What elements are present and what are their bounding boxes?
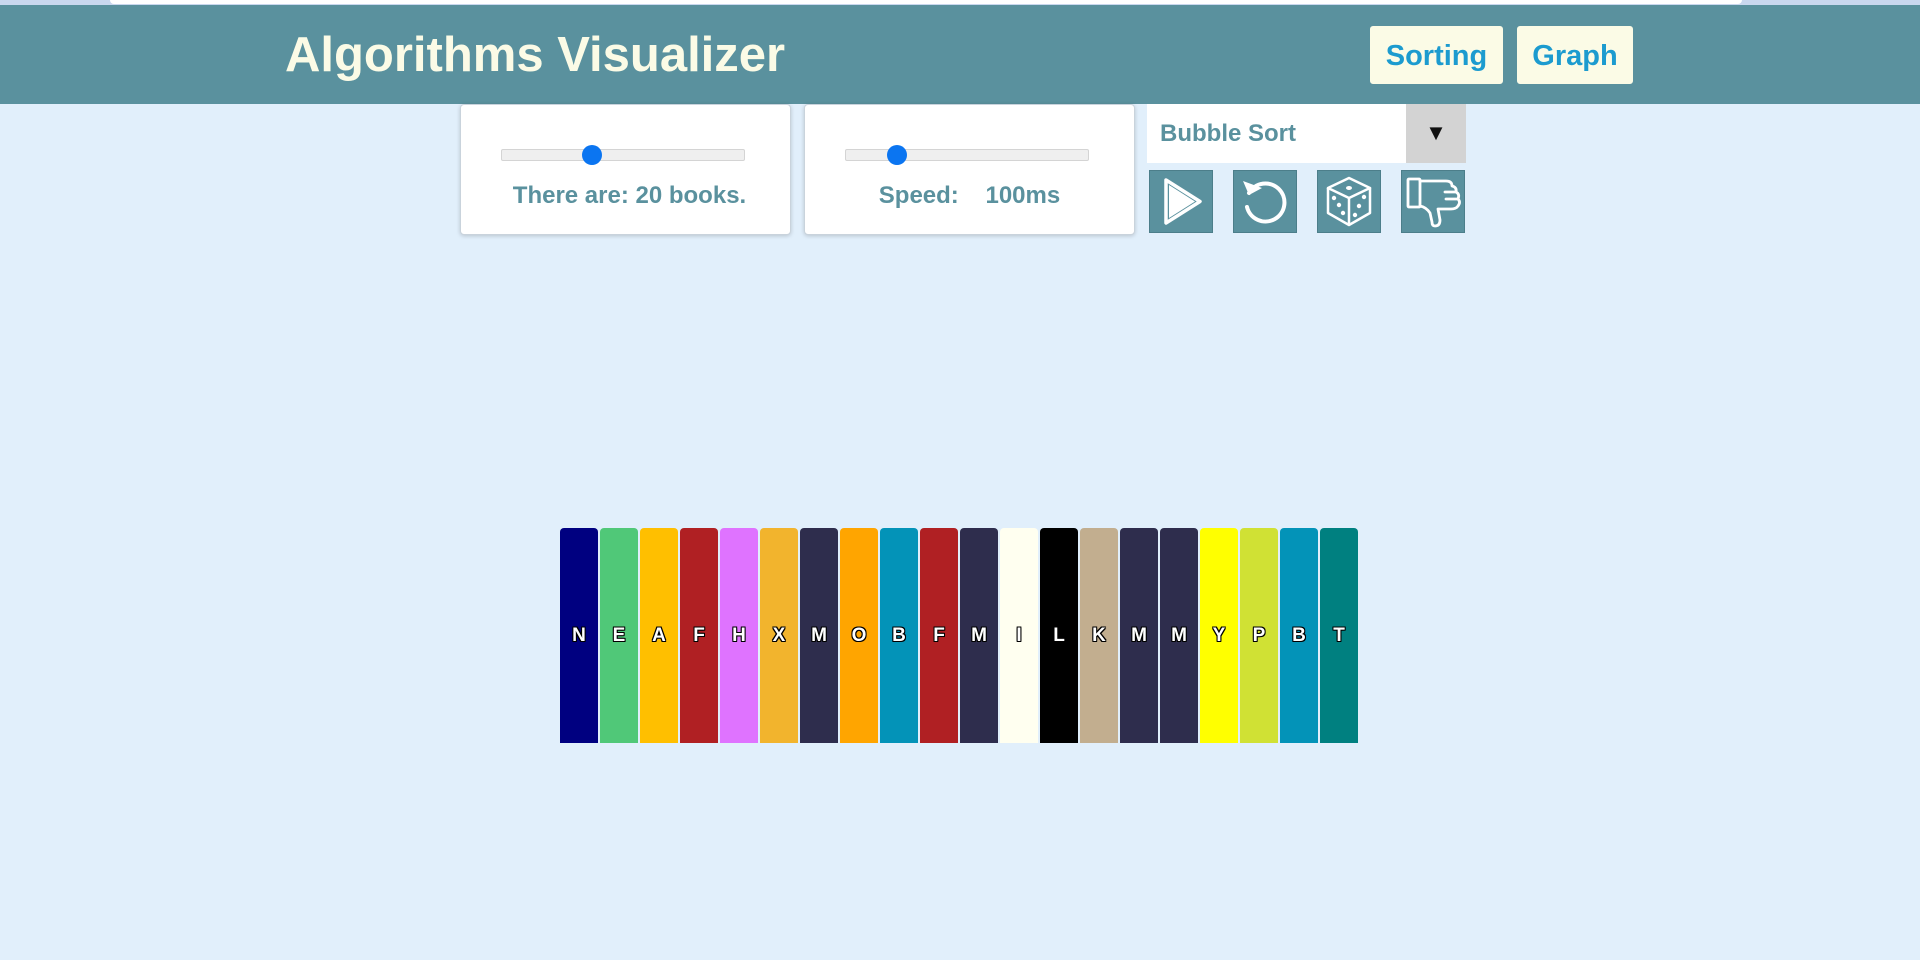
book-count-slider-thumb[interactable] [581,145,602,165]
book[interactable]: M [960,528,998,743]
worst-case-button[interactable] [1401,170,1465,233]
book[interactable]: N [560,528,598,743]
book-letter: A [652,625,666,646]
book[interactable]: L [1040,528,1078,743]
book-letter: P [1252,625,1266,646]
book[interactable]: M [1160,528,1198,743]
app-title: Algorithms Visualizer [285,28,786,82]
dice-icon [1326,176,1372,227]
play-button[interactable] [1149,170,1213,233]
reset-button[interactable] [1233,170,1297,233]
app-header: Algorithms Visualizer Sorting Graph [0,5,1920,104]
book[interactable]: F [680,528,718,743]
book-count-label: There are: 20 books. [512,182,747,209]
book-letter: F [933,625,945,646]
book-letter: Y [1212,625,1226,646]
book[interactable]: F [920,528,958,743]
book-letter: L [1053,625,1065,646]
graph-nav-button[interactable]: Graph [1516,25,1634,85]
algorithm-select[interactable]: Bubble Sort ▼ [1147,104,1466,163]
randomize-button[interactable] [1317,170,1381,233]
book-letter: T [1333,625,1345,646]
book[interactable]: B [880,528,918,743]
address-bar-edge [110,0,1742,4]
book-letter: M [1171,625,1187,646]
book-letter: E [612,625,626,646]
sorting-nav-button[interactable]: Sorting [1369,25,1504,85]
speed-panel: Speed: 100ms [804,104,1135,235]
book-shelf: NEAFHXMOBFMILKMMYPBT [560,528,1360,744]
book[interactable]: A [640,528,678,743]
book[interactable]: K [1080,528,1118,743]
speed-slider-thumb[interactable] [886,145,907,165]
thumbs-down-icon [1406,177,1461,228]
book-letter: I [1016,625,1022,646]
book[interactable]: M [1120,528,1158,743]
book-letter: M [971,625,987,646]
book[interactable]: B [1280,528,1318,743]
book-letter: M [1131,625,1147,646]
book[interactable]: E [600,528,638,743]
book[interactable]: O [840,528,878,743]
book-letter: K [1092,625,1106,646]
reset-icon [1243,181,1287,224]
book-letter: N [572,625,586,646]
book-count-panel: There are: 20 books. [460,104,791,235]
play-icon [1164,178,1202,225]
book-letter: B [892,625,906,646]
dropdown-arrow-icon[interactable]: ▼ [1406,104,1466,163]
book-letter: H [732,625,746,646]
book-letter: O [851,625,867,646]
speed-slider[interactable] [845,145,1089,165]
book[interactable]: X [760,528,798,743]
book-letter: X [772,625,786,646]
book[interactable]: I [1000,528,1038,743]
book[interactable]: P [1240,528,1278,743]
book-letter: F [693,625,705,646]
book-letter: M [811,625,827,646]
book[interactable]: H [720,528,758,743]
book[interactable]: T [1320,528,1358,743]
book-count-slider[interactable] [501,145,745,165]
book-letter: B [1292,625,1306,646]
speed-label: Speed: 100ms [878,182,1061,209]
book[interactable]: Y [1200,528,1238,743]
book[interactable]: M [800,528,838,743]
algorithm-selected-value: Bubble Sort [1160,120,1296,147]
